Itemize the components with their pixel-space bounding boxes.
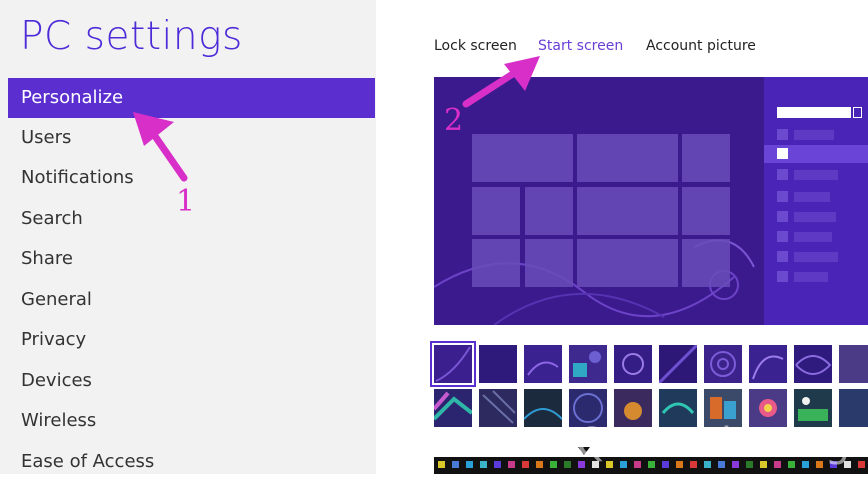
sidebar-item-share[interactable]: Share: [8, 239, 375, 279]
pattern-thumb-7[interactable]: [704, 345, 742, 383]
pattern-art: [524, 408, 562, 420]
preview-search-box: [777, 107, 851, 118]
sidebar-item-devices[interactable]: Devices: [8, 361, 375, 401]
tab-lock-screen[interactable]: Lock screen: [434, 38, 517, 54]
preview-tile: [577, 134, 678, 182]
preview-tile: [577, 187, 678, 235]
color-swatch[interactable]: [466, 461, 473, 468]
preview-app-row: [794, 170, 838, 180]
preview-app-row: [794, 232, 832, 242]
preview-app-icon: [777, 191, 788, 202]
sidebar: PC settings Personalize Users Notificati…: [0, 0, 376, 474]
preview-tile: [577, 239, 678, 287]
color-swatch[interactable]: [564, 461, 571, 468]
tab-start-screen[interactable]: Start screen: [538, 38, 623, 54]
pattern-thumb-13[interactable]: [524, 389, 562, 427]
tab-account-picture[interactable]: Account picture: [646, 38, 756, 54]
preview-tile: [472, 134, 573, 182]
preview-app-row: [794, 130, 834, 140]
page-title: PC settings: [20, 14, 243, 59]
preview-tile: [472, 239, 520, 287]
pattern-thumb-1[interactable]: [432, 343, 474, 385]
color-swatch[interactable]: [508, 461, 515, 468]
pattern-art: [482, 390, 516, 424]
preview-tile: [472, 187, 520, 235]
preview-app-row: [794, 252, 838, 262]
pattern-art: [434, 391, 472, 421]
annotation-number-1: 1: [176, 184, 196, 219]
sidebar-item-users[interactable]: Users: [8, 118, 375, 158]
preview-app-icon: [777, 271, 788, 282]
pattern-art: [710, 351, 736, 377]
preview-tile: [525, 187, 573, 235]
preview-app-icon: [777, 129, 788, 140]
sidebar-item-personalize[interactable]: Personalize: [8, 78, 375, 118]
preview-app-icon: [777, 148, 788, 159]
pattern-art: [659, 345, 697, 383]
pattern-thumb-2[interactable]: [479, 345, 517, 383]
preview-app-icon: [777, 251, 788, 262]
preview-tile: [525, 239, 573, 287]
pattern-thumb-11[interactable]: [434, 389, 472, 427]
pattern-thumb-8[interactable]: [749, 345, 787, 383]
pattern-thumb-3[interactable]: [524, 345, 562, 383]
sidebar-item-ease-of-access[interactable]: Ease of Access: [8, 442, 375, 482]
pattern-thumb-4[interactable]: [569, 345, 607, 383]
color-swatch[interactable]: [550, 461, 557, 468]
color-swatch[interactable]: [438, 461, 445, 468]
color-swatch[interactable]: [536, 461, 543, 468]
pattern-thumb-5[interactable]: [614, 345, 652, 383]
preview-app-row: [794, 192, 830, 202]
pattern-art: [435, 346, 471, 382]
pattern-thumb-12[interactable]: [479, 389, 517, 427]
color-swatch[interactable]: [858, 461, 865, 468]
pattern-thumb-9[interactable]: [794, 345, 832, 383]
color-swatch[interactable]: [522, 461, 529, 468]
watermark: Quantrimang: [576, 420, 852, 466]
preview-side-panel: [764, 77, 868, 325]
sidebar-item-privacy[interactable]: Privacy: [8, 320, 375, 360]
preview-app-row: [794, 272, 828, 282]
pattern-thumb-10[interactable]: [839, 345, 868, 383]
preview-app-icon: [777, 211, 788, 222]
pattern-art: [527, 361, 559, 376]
sidebar-item-wireless[interactable]: Wireless: [8, 401, 375, 441]
color-swatch[interactable]: [494, 461, 501, 468]
preview-tile: [682, 239, 730, 287]
preview-app-row: [794, 212, 836, 222]
color-swatch[interactable]: [480, 461, 487, 468]
color-swatch[interactable]: [452, 461, 459, 468]
pattern-thumb-6[interactable]: [659, 345, 697, 383]
start-screen-preview: [434, 77, 868, 325]
pattern-art: [573, 351, 601, 377]
preview-tile: [682, 134, 730, 182]
pattern-art: [795, 355, 832, 375]
preview-app-icon: [777, 231, 788, 242]
preview-tile: [682, 187, 730, 235]
preview-search-icon: [853, 107, 862, 118]
pattern-art: [622, 353, 644, 375]
preview-app-icon: [777, 169, 788, 180]
pattern-art: [752, 355, 784, 380]
annotation-number-2: 2: [444, 103, 464, 138]
sidebar-item-general[interactable]: General: [8, 280, 375, 320]
